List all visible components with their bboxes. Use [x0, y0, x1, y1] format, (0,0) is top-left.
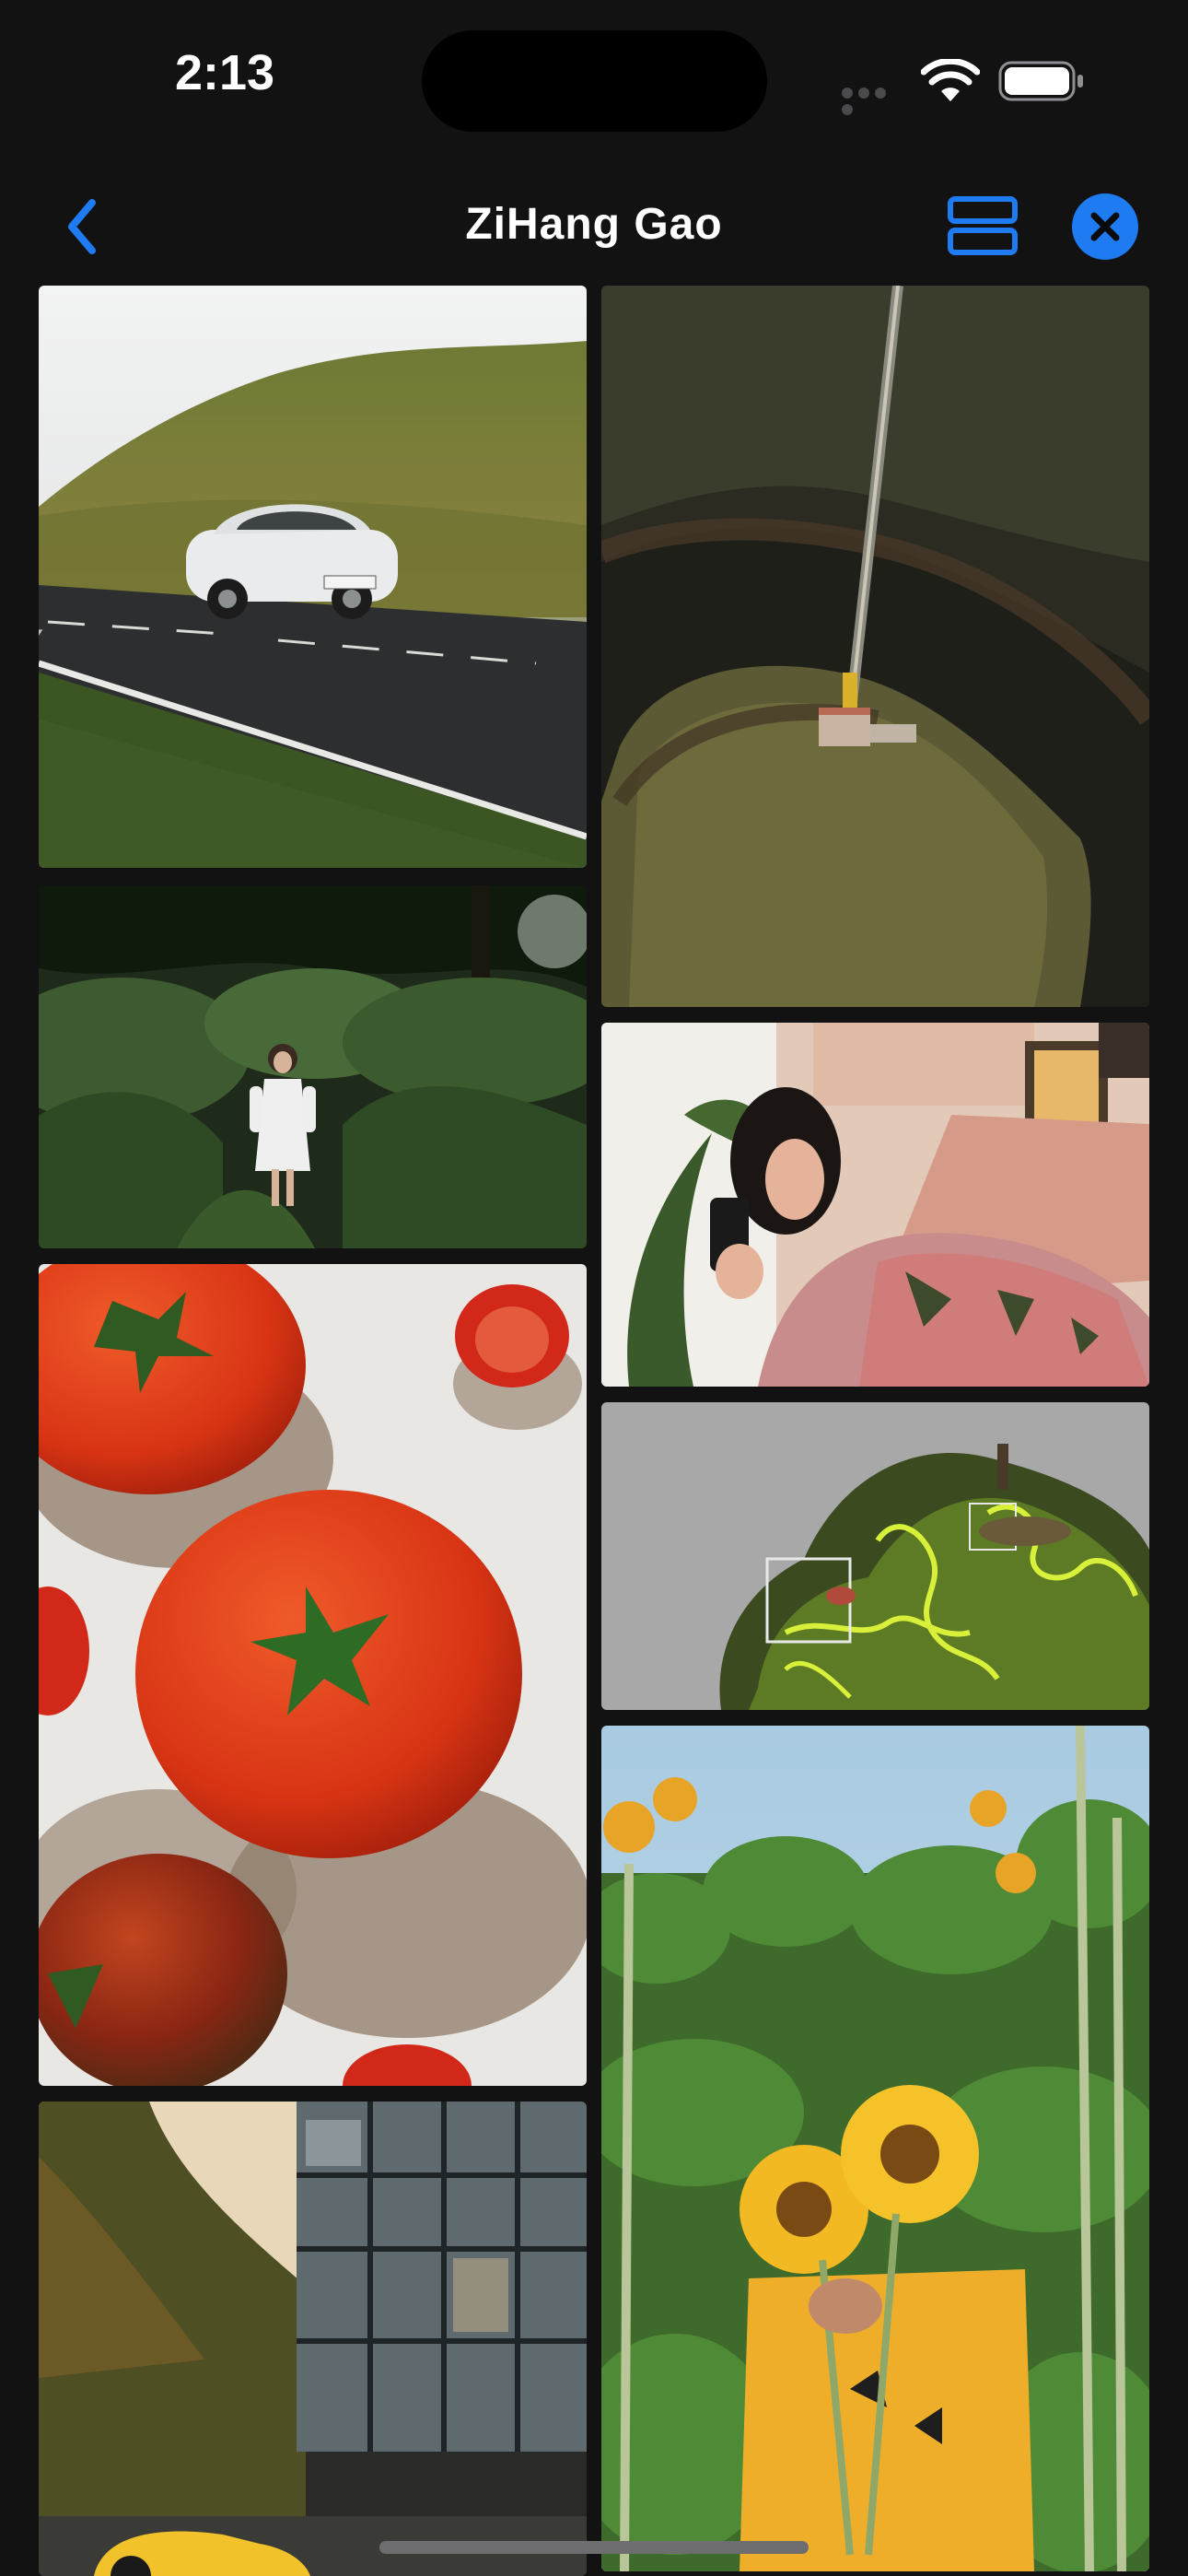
- photo-sunflowers[interactable]: [601, 1726, 1149, 2571]
- status-bar: 2:13: [0, 0, 1188, 147]
- dynamic-island: [422, 30, 767, 132]
- photo-building-car[interactable]: [39, 2102, 587, 2576]
- photo-woman-in-garden-image: [39, 885, 587, 1248]
- battery-icon: [998, 61, 1083, 101]
- rows-layout-icon: [948, 196, 1018, 255]
- status-time: 2:13: [175, 45, 275, 100]
- photo-building-car-image: [39, 2102, 587, 2576]
- screen: 2:13 ZiHang Gao: [0, 0, 1188, 2576]
- photo-woman-on-sofa[interactable]: [601, 1023, 1149, 1387]
- wifi-icon: [921, 59, 980, 101]
- photo-woman-in-garden[interactable]: [39, 885, 587, 1248]
- home-indicator: [379, 2541, 809, 2554]
- nav-bar: ZiHang Gao: [0, 175, 1188, 276]
- back-button[interactable]: [55, 190, 129, 263]
- close-icon: [1090, 212, 1120, 241]
- close-button[interactable]: [1072, 193, 1138, 260]
- photo-sunflowers-image: [601, 1726, 1149, 2571]
- photo-tomatoes-image: [39, 1264, 587, 2086]
- photo-moss-sculpture-image: [601, 1402, 1149, 1710]
- photo-woman-on-sofa-image: [601, 1023, 1149, 1387]
- photo-aerial-pier-image: [601, 286, 1149, 1007]
- cellular-signal-icon: [842, 87, 903, 115]
- photo-moss-sculpture[interactable]: [601, 1402, 1149, 1710]
- photo-car-on-road[interactable]: SLOW: [39, 286, 587, 868]
- photo-aerial-pier[interactable]: [601, 286, 1149, 1007]
- layout-toggle-button[interactable]: [947, 195, 1020, 258]
- photo-car-on-road-image: SLOW: [39, 286, 587, 868]
- chevron-left-icon: [68, 199, 96, 254]
- photo-tomatoes[interactable]: [39, 1264, 587, 2086]
